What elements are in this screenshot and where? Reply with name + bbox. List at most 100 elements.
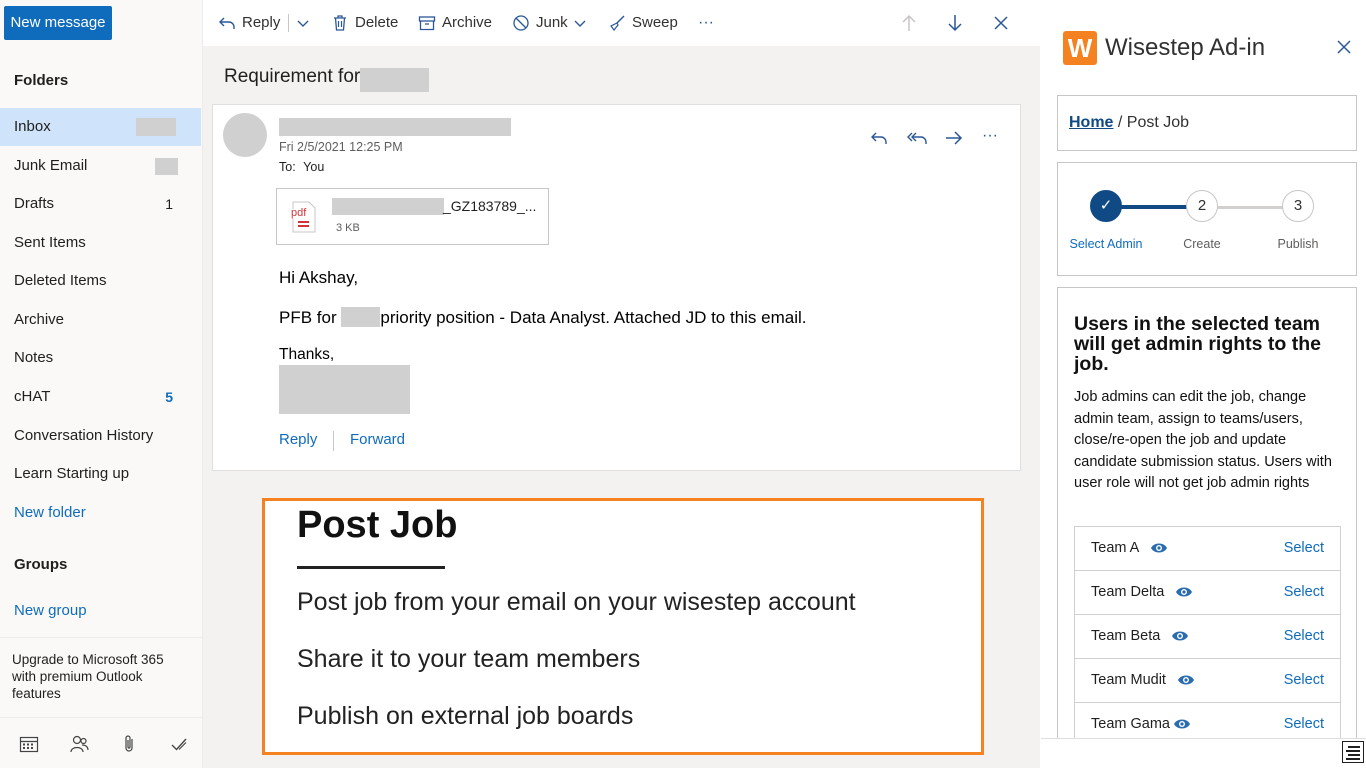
avatar[interactable]: [223, 113, 267, 157]
team-row: Team Gama Select: [1074, 703, 1341, 738]
breadcrumb-current: / Post Job: [1113, 114, 1190, 131]
groups-heading[interactable]: Groups: [14, 556, 67, 573]
promo-line: Post job from your email on your wiseste…: [297, 588, 856, 616]
archive-button[interactable]: Archive: [418, 8, 492, 38]
email-signoff: Thanks,: [279, 346, 335, 363]
breadcrumb-home[interactable]: Home: [1069, 114, 1113, 131]
junk-button[interactable]: Junk: [512, 8, 568, 38]
step-label: Select Admin: [1069, 237, 1143, 251]
stepper: ✓ 2 3 Select Admin Create Publish: [1057, 162, 1357, 276]
folder-label: Notes: [14, 349, 54, 366]
select-team-button[interactable]: Select: [1284, 716, 1324, 732]
delete-button[interactable]: Delete: [331, 8, 398, 38]
to-label: To:: [279, 160, 296, 174]
broom-icon: [610, 15, 625, 31]
folder-label: cHAT: [14, 388, 51, 405]
eye-icon[interactable]: [1171, 629, 1189, 643]
eye-icon[interactable]: [1177, 673, 1195, 687]
more-actions-button[interactable]: ···: [698, 8, 714, 38]
team-row: Team A Select: [1074, 527, 1341, 571]
redacted-count: [136, 118, 176, 136]
attachment-name: _GZ183789_...: [443, 198, 537, 214]
message-date: Fri 2/5/2021 12:25 PM: [279, 140, 403, 154]
promo-title: Post Job: [297, 504, 458, 546]
folder-learn-starting-up[interactable]: Learn Starting up: [0, 455, 201, 493]
menu-icon[interactable]: [1342, 741, 1364, 763]
folder-label: Learn Starting up: [14, 465, 130, 482]
redacted-subject: [360, 68, 429, 92]
reply-all-icon[interactable]: [906, 129, 928, 147]
step-marker: 3: [1282, 190, 1314, 222]
folder-label: Archive: [14, 311, 65, 328]
archive-icon: [418, 16, 436, 31]
folder-chat[interactable]: cHAT 5: [0, 378, 201, 416]
promo-line: Share it to your team members: [297, 645, 641, 673]
calendar-icon[interactable]: [18, 733, 40, 755]
new-folder-label: New folder: [14, 504, 86, 521]
more-icon: ···: [698, 14, 714, 31]
arrow-down-icon[interactable]: [946, 13, 964, 33]
chevron-down-icon: [297, 20, 309, 27]
new-folder-link[interactable]: New folder: [0, 494, 201, 532]
step-label: Publish: [1277, 237, 1319, 251]
email-body-line: PFB for priority position - Data Analyst…: [279, 307, 807, 328]
upgrade-promo[interactable]: Upgrade to Microsoft 365 with premium Ou…: [12, 651, 187, 702]
divider: [0, 717, 202, 718]
todo-check-icon[interactable]: [168, 733, 190, 755]
body-suffix: priority position - Data Analyst. Attach…: [380, 308, 807, 327]
select-team-button[interactable]: Select: [1284, 628, 1324, 644]
redacted-word: [341, 307, 381, 327]
step-marker: ✓: [1090, 190, 1122, 222]
divider: [288, 14, 289, 32]
team-name: Team Mudit: [1091, 672, 1166, 688]
promo-line: Publish on external job boards: [297, 702, 634, 730]
eye-icon[interactable]: [1175, 585, 1193, 599]
more-icon[interactable]: ···: [982, 127, 998, 145]
folder-count: 5: [165, 389, 173, 405]
junk-label: Junk: [536, 14, 568, 31]
folder-archive[interactable]: Archive: [0, 301, 201, 339]
sweep-button[interactable]: Sweep: [608, 8, 678, 38]
team-name: Team A: [1091, 540, 1140, 556]
select-team-button[interactable]: Select: [1284, 672, 1324, 688]
new-group-link[interactable]: New group: [0, 592, 201, 630]
arrow-up-icon[interactable]: [900, 13, 918, 33]
sweep-label: Sweep: [632, 14, 678, 31]
select-team-button[interactable]: Select: [1284, 540, 1324, 556]
reply-options-dropdown[interactable]: [295, 8, 311, 38]
redacted-sender: [279, 118, 511, 136]
folder-junk-email[interactable]: Junk Email: [0, 147, 201, 185]
people-icon[interactable]: [68, 733, 90, 755]
close-icon[interactable]: [1334, 37, 1354, 57]
folder-sent-items[interactable]: Sent Items: [0, 224, 201, 262]
folder-inbox[interactable]: Inbox: [0, 108, 201, 146]
forward-icon[interactable]: [944, 129, 964, 147]
promo-underline: [297, 566, 445, 569]
folder-label: Junk Email: [14, 157, 88, 174]
to-value: You: [303, 160, 325, 174]
divider: [0, 637, 202, 638]
junk-options-dropdown[interactable]: [572, 8, 588, 38]
paperclip-icon[interactable]: [118, 733, 140, 755]
team-row: Team Delta Select: [1074, 571, 1341, 615]
reply-icon[interactable]: [870, 129, 888, 147]
reply-button[interactable]: Reply: [218, 8, 280, 38]
admin-rights-heading: Users in the selected team will get admi…: [1074, 313, 1322, 375]
folder-drafts[interactable]: Drafts 1: [0, 185, 201, 223]
reply-link[interactable]: Reply: [279, 431, 317, 448]
forward-link[interactable]: Forward: [350, 431, 405, 448]
close-icon[interactable]: [992, 14, 1010, 32]
divider: [333, 431, 334, 451]
folder-count: 1: [165, 196, 173, 212]
folder-label: Sent Items: [14, 234, 86, 251]
folders-heading[interactable]: Folders: [14, 72, 68, 89]
folder-deleted-items[interactable]: Deleted Items: [0, 262, 201, 300]
folder-notes[interactable]: Notes: [0, 339, 201, 377]
eye-icon[interactable]: [1150, 541, 1168, 555]
attachment-card[interactable]: pdf _GZ183789_... 3 KB: [276, 188, 549, 245]
eye-icon[interactable]: [1173, 717, 1191, 731]
folder-label: Conversation History: [14, 427, 154, 444]
folder-conversation-history[interactable]: Conversation History: [0, 417, 201, 455]
select-team-button[interactable]: Select: [1284, 584, 1324, 600]
new-message-button[interactable]: New message: [4, 6, 112, 40]
